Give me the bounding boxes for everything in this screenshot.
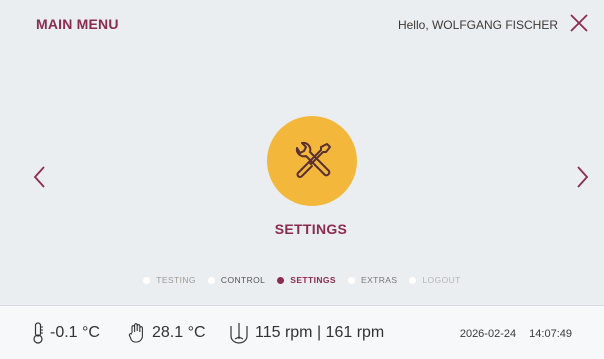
speed-readout: 115 rpm | 161 rpm — [229, 322, 384, 344]
pager-dot — [143, 276, 151, 284]
pager-dot — [207, 276, 215, 284]
stirrer-icon — [230, 323, 248, 344]
speed-value: 115 rpm | 161 rpm — [255, 324, 385, 341]
pager-label: SETTINGS — [290, 275, 336, 285]
previous-button[interactable] — [30, 164, 50, 190]
pager-label: LOGOUT — [422, 275, 461, 285]
datetime-readout: 2026-02-24 14:07:49 — [460, 328, 572, 340]
close-button[interactable] — [568, 12, 590, 34]
hand-temperature-value: 28.1 °C — [152, 324, 206, 341]
next-button[interactable] — [572, 164, 592, 190]
hand-icon — [128, 323, 143, 343]
main-menu-screen: MAIN MENU Hello, WOLFGANG FISCHER SETTIN… — [0, 0, 604, 359]
pager-item-settings[interactable]: SETTINGS — [277, 275, 336, 285]
pager-item-extras[interactable]: EXTRAS — [348, 275, 397, 285]
time-value: 14:07:49 — [529, 328, 572, 340]
chevron-right-icon — [577, 166, 589, 188]
pager-label: CONTROL — [220, 275, 266, 285]
close-icon — [570, 14, 588, 32]
menu-pager: TESTING CONTROL SETTINGS EXTRAS LOGOUT — [0, 272, 604, 288]
user-greeting: Hello, WOLFGANG FISCHER — [397, 18, 558, 32]
temperature-readout: -0.1 °C — [32, 322, 100, 344]
tools-icon — [295, 141, 331, 178]
pager-label: TESTING — [156, 275, 196, 285]
settings-tile-circle — [267, 116, 357, 206]
header: MAIN MENU Hello, WOLFGANG FISCHER — [0, 0, 604, 50]
pager-dot — [409, 276, 417, 284]
temperature-value: -0.1 °C — [50, 324, 100, 341]
hand-temperature-readout: 28.1 °C — [128, 322, 206, 344]
chevron-left-icon — [33, 166, 45, 188]
settings-menu-tile[interactable]: SETTINGS — [246, 116, 376, 246]
pager-item-logout[interactable]: LOGOUT — [409, 275, 460, 285]
settings-tile-label: SETTINGS — [274, 221, 348, 237]
pager-item-control[interactable]: CONTROL — [207, 275, 266, 285]
status-bar: -0.1 °C 28.1 °C 115 rpm | 161 rpm 2026-0… — [0, 306, 604, 359]
thermometer-icon — [33, 322, 43, 344]
pager-label: EXTRAS — [361, 275, 398, 285]
pager-dot — [348, 276, 355, 284]
pager-dot — [277, 276, 285, 284]
date-value: 2026-02-24 — [459, 328, 517, 340]
pager-item-testing[interactable]: TESTING — [143, 275, 196, 285]
page-title: MAIN MENU — [36, 16, 119, 32]
